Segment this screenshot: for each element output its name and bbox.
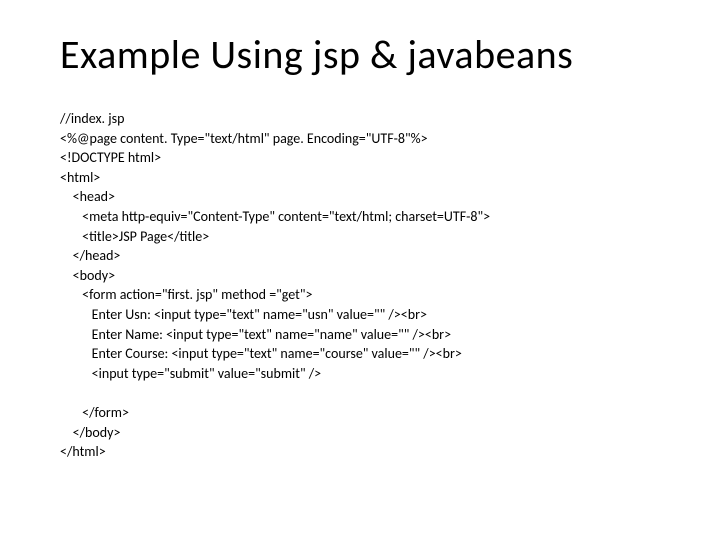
slide-title: Example Using jsp & javabeans xyxy=(60,30,660,79)
code-block: //index. jsp <%@page content. Type="text… xyxy=(60,109,660,462)
